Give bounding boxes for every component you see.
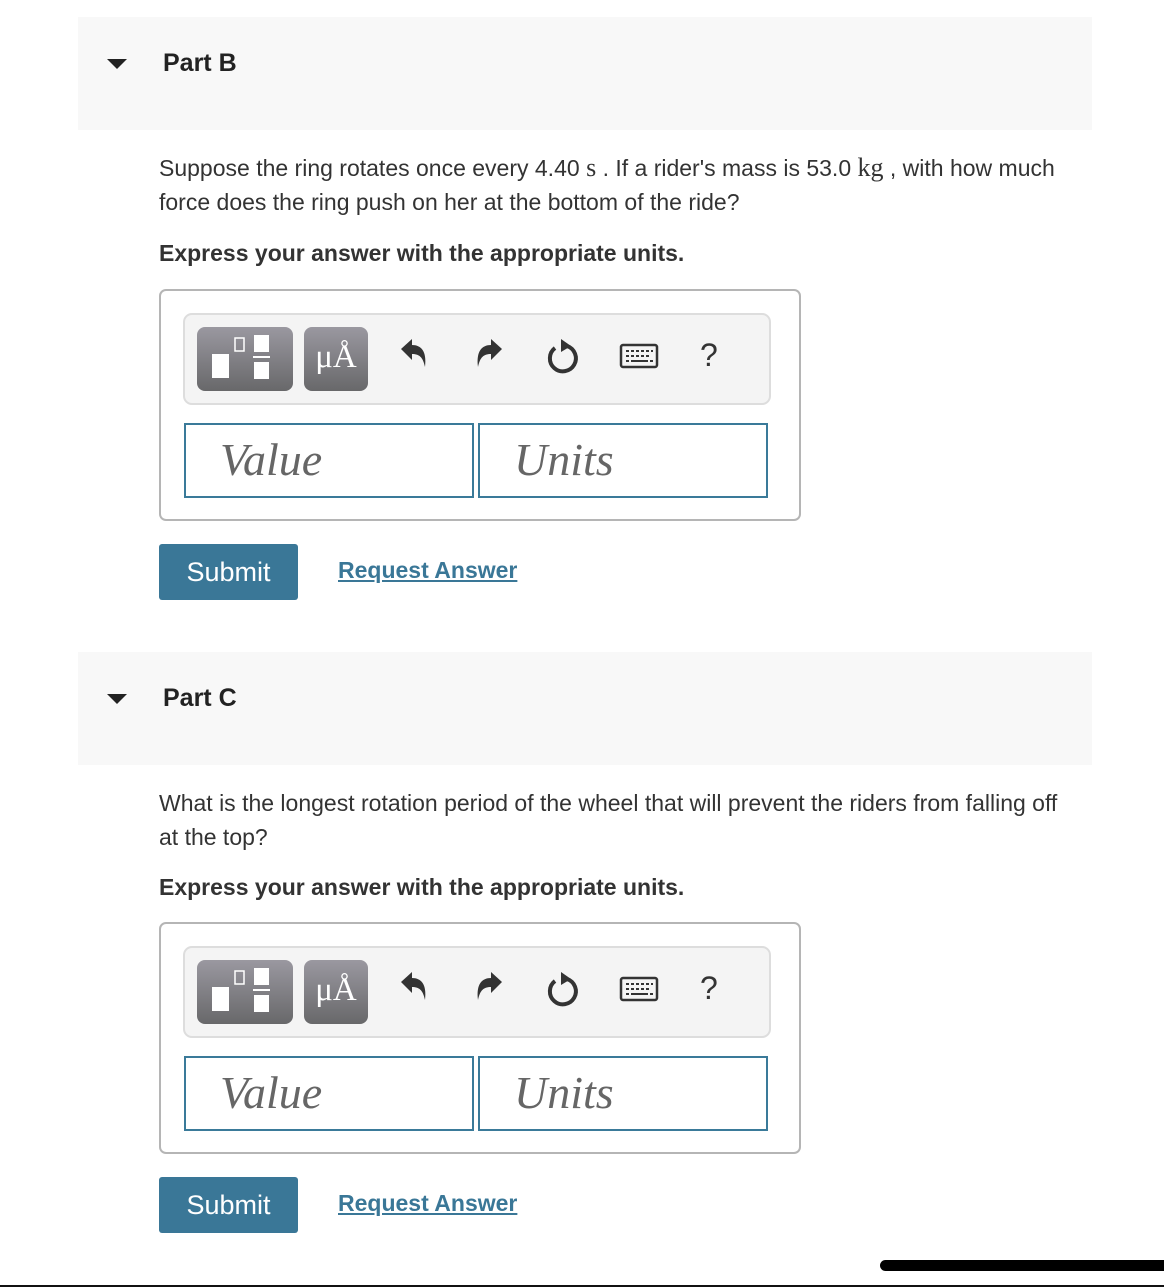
home-indicator [880,1260,1164,1271]
redo-button[interactable] [469,337,509,381]
templates-button[interactable] [197,327,293,391]
period-unit: s [586,153,597,182]
units-input[interactable]: Units [478,1056,768,1131]
keyboard-button[interactable] [619,970,659,1014]
reset-button[interactable] [543,970,583,1014]
part-title: Part B [163,49,237,77]
math-toolbar: μÅ ? [183,946,771,1038]
units-input[interactable]: Units [478,423,768,498]
value-input[interactable]: Value [184,1056,474,1131]
part-b-header[interactable]: Part B [78,17,1092,130]
submit-button[interactable]: Submit [159,1177,298,1233]
symbols-label: μÅ [315,972,357,1008]
question-segment: Suppose the ring rotates once every 4.40 [159,155,587,181]
help-button[interactable]: ? [700,970,718,1007]
part-title: Part C [163,684,237,712]
answer-box: μÅ ? Value Units [159,922,801,1154]
symbols-label: μÅ [315,339,357,375]
symbols-button[interactable]: μÅ [304,960,368,1024]
request-answer-link[interactable]: Request Answer [338,557,517,584]
undo-icon [401,339,426,367]
templates-button[interactable] [197,960,293,1024]
collapse-caret-icon[interactable] [107,59,127,69]
submit-button[interactable]: Submit [159,544,298,600]
value-input[interactable]: Value [184,423,474,498]
question-text: Suppose the ring rotates once every 4.40… [159,151,1079,219]
undo-icon [401,972,426,1000]
collapse-caret-icon[interactable] [107,694,127,704]
mass-unit: kg [857,153,884,182]
reset-icon [547,972,578,1007]
request-answer-link[interactable]: Request Answer [338,1190,517,1217]
keyboard-button[interactable] [619,337,659,381]
question-text: What is the longest rotation period of t… [159,790,1058,850]
instruction-text: Express your answer with the appropriate… [159,240,685,266]
symbols-button[interactable]: μÅ [304,327,368,391]
question-segment: . If a rider's mass is 53.0 [596,155,858,181]
redo-icon [477,339,502,367]
answer-box: μÅ ? Value Units [159,289,801,521]
undo-button[interactable] [394,970,434,1014]
reset-button[interactable] [543,337,583,381]
help-button[interactable]: ? [700,337,718,374]
fraction-template-icon [212,968,270,1012]
keyboard-icon [619,976,659,1002]
redo-icon [477,972,502,1000]
part-c-header[interactable]: Part C [78,652,1092,765]
math-toolbar: μÅ ? [183,313,771,405]
instruction-text: Express your answer with the appropriate… [159,874,685,900]
keyboard-icon [619,343,659,369]
redo-button[interactable] [469,970,509,1014]
undo-button[interactable] [394,337,434,381]
reset-icon [547,339,578,374]
fraction-template-icon [212,335,270,379]
